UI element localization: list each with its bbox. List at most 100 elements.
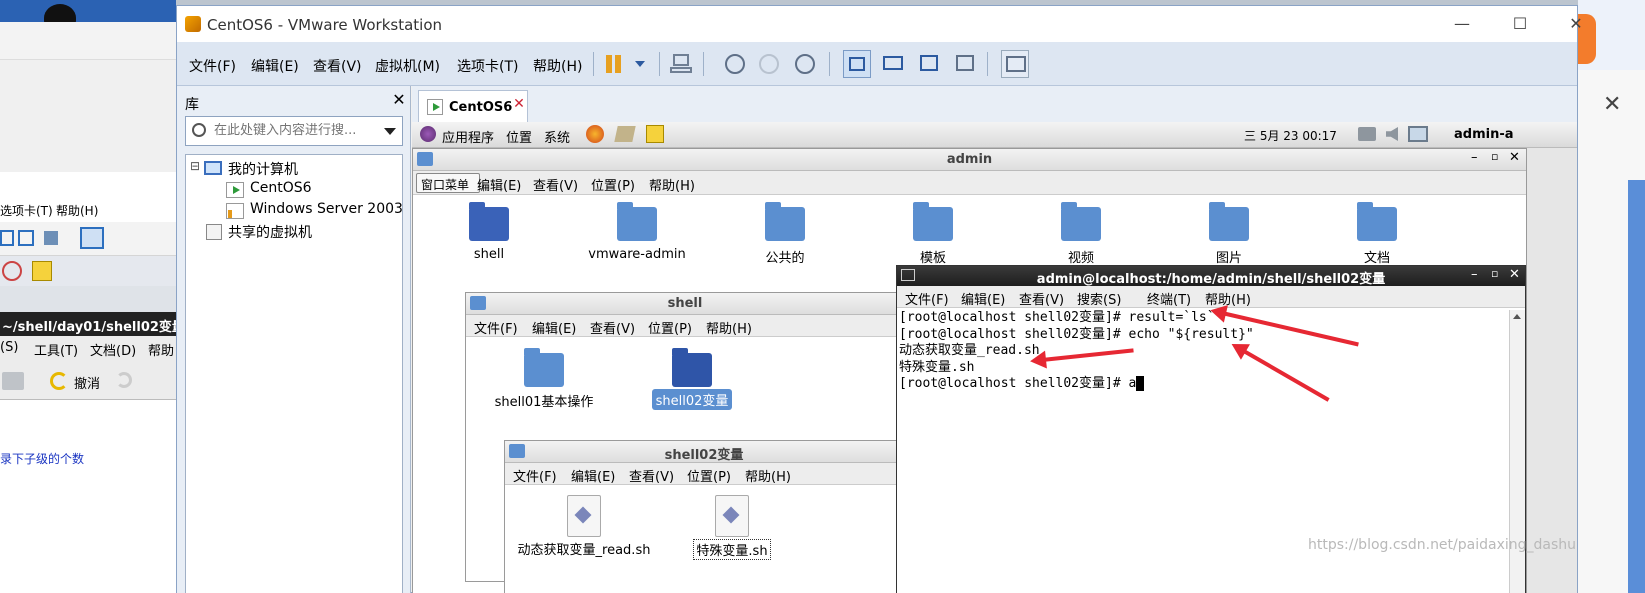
shell02-menu-view[interactable]: 查看(V) xyxy=(629,466,674,485)
display-icon[interactable] xyxy=(1408,126,1428,142)
close-button[interactable]: ✕ xyxy=(1561,12,1591,36)
console-view-icon[interactable] xyxy=(1001,50,1029,78)
shell-menu-edit[interactable]: 编辑(E) xyxy=(532,318,576,337)
shell02-menu-edit[interactable]: 编辑(E) xyxy=(571,466,615,485)
shell-menu-file[interactable]: 文件(F) xyxy=(474,318,518,337)
send-ctrl-alt-del-icon[interactable] xyxy=(667,50,695,78)
folder-icon-selected[interactable] xyxy=(672,348,712,387)
folder-icon[interactable] xyxy=(469,202,509,241)
panel-places[interactable]: 位置 xyxy=(506,127,532,146)
tab-centos6[interactable]: CentOS6 ✕ xyxy=(418,90,528,122)
redo-icon[interactable] xyxy=(116,372,132,388)
volume-icon[interactable] xyxy=(1386,127,1398,141)
unity-icon[interactable] xyxy=(951,50,979,78)
public-folder-icon[interactable] xyxy=(765,202,805,241)
shell02-menu-help[interactable]: 帮助(H) xyxy=(745,466,791,485)
bg-menu-tab[interactable]: 选项卡(T) xyxy=(0,202,53,219)
console-view-icon[interactable] xyxy=(80,227,104,249)
tab-close-icon[interactable]: ✕ xyxy=(511,96,527,112)
admin-menu-help[interactable]: 帮助(H) xyxy=(649,175,695,194)
videos-folder-icon[interactable] xyxy=(1061,202,1101,241)
fullscreen-icon[interactable] xyxy=(915,50,943,78)
panel-user[interactable]: admin-a xyxy=(1454,127,1514,142)
templates-folder-icon[interactable] xyxy=(913,202,953,241)
bg-gedit-menu-docs[interactable]: 文档(D) xyxy=(90,340,136,359)
shell-menu-help[interactable]: 帮助(H) xyxy=(706,318,752,337)
undo-icon[interactable] xyxy=(50,372,68,390)
fit-icon[interactable] xyxy=(0,230,14,246)
admin-maximize-button[interactable]: ▫ xyxy=(1491,150,1498,163)
library-search-box[interactable] xyxy=(185,116,403,146)
revert-snapshot-icon[interactable] xyxy=(755,50,783,78)
panel-system[interactable]: 系统 xyxy=(544,127,570,146)
script-file-icon[interactable] xyxy=(715,495,749,537)
clock-icon[interactable] xyxy=(2,261,22,281)
folder-public[interactable]: 公共的 xyxy=(745,247,825,266)
undo-label[interactable]: 撤消 xyxy=(74,373,100,392)
bg-menu-help[interactable]: 帮助(H) xyxy=(56,202,98,219)
tree-vm-windows-server[interactable]: Windows Server 2003 xyxy=(250,201,403,217)
file-read-sh[interactable]: 动态获取变量_read.sh xyxy=(511,539,657,558)
background-close-icon[interactable]: ✕ xyxy=(1603,92,1621,117)
menu-tabs[interactable]: 选项卡(T) xyxy=(457,56,518,76)
terminal-close-button[interactable]: ✕ xyxy=(1509,267,1520,282)
folder-icon[interactable] xyxy=(617,202,657,241)
file-special-sh[interactable]: 特殊变量.sh xyxy=(693,539,771,560)
term-menu-view[interactable]: 查看(V) xyxy=(1019,289,1064,308)
snapshot-manager-icon[interactable] xyxy=(791,50,819,78)
menu-file[interactable]: 文件(F) xyxy=(189,56,236,76)
panel-applications[interactable]: 应用程序 xyxy=(442,127,494,146)
shell02-menu-places[interactable]: 位置(P) xyxy=(687,466,731,485)
firefox-icon[interactable] xyxy=(586,125,604,143)
window-menu-button[interactable]: 窗口菜单 xyxy=(416,173,480,193)
folder-shell02-selected[interactable]: shell02变量 xyxy=(652,389,732,410)
folder-shell[interactable]: shell xyxy=(459,247,519,262)
admin-menu-places[interactable]: 位置(P) xyxy=(591,175,635,194)
admin-menu-edit[interactable]: 编辑(E) xyxy=(477,175,521,194)
chevron-down-icon[interactable] xyxy=(629,50,657,78)
panel-clock[interactable]: 三 5月 23 00:17 xyxy=(1244,127,1337,144)
notes-icon[interactable] xyxy=(32,261,52,281)
admin-minimize-button[interactable]: – xyxy=(1471,150,1478,165)
term-menu-search[interactable]: 搜索(S) xyxy=(1077,289,1121,308)
term-menu-edit[interactable]: 编辑(E) xyxy=(961,289,1005,308)
tree-shared-vms[interactable]: 共享的虚拟机 xyxy=(228,222,312,242)
bg-gedit-menu-search[interactable]: (S) xyxy=(0,340,18,355)
folder-videos[interactable]: 视频 xyxy=(1041,247,1121,266)
terminal-maximize-button[interactable]: ▫ xyxy=(1491,267,1498,280)
folder-shell01[interactable]: shell01基本操作 xyxy=(484,391,604,410)
network-icon[interactable] xyxy=(1358,127,1376,141)
pause-icon[interactable] xyxy=(601,50,629,78)
terminal-minimize-button[interactable]: – xyxy=(1471,267,1478,282)
mail-icon[interactable] xyxy=(614,126,636,142)
folder-vmware-admin[interactable]: vmware-admin xyxy=(577,247,697,262)
snapshot-icon[interactable] xyxy=(721,50,749,78)
menu-help[interactable]: 帮助(H) xyxy=(533,56,582,76)
scroll-up-icon[interactable] xyxy=(1513,314,1521,319)
term-menu-terminal[interactable]: 终端(T) xyxy=(1147,289,1191,308)
tree-expander[interactable]: ⊟ xyxy=(190,159,200,173)
guest-screen[interactable]: 应用程序 位置 系统 三 5月 23 00:17 admin-a admin –… xyxy=(412,122,1577,593)
print-icon[interactable] xyxy=(2,372,24,390)
folder-templates[interactable]: 模板 xyxy=(893,247,973,266)
tree-vm-centos6[interactable]: CentOS6 xyxy=(250,180,312,196)
folder-documents[interactable]: 文档 xyxy=(1337,247,1417,266)
pictures-folder-icon[interactable] xyxy=(1209,202,1249,241)
admin-close-button[interactable]: ✕ xyxy=(1509,150,1520,165)
tree-my-computer[interactable]: 我的计算机 xyxy=(228,159,298,179)
maximize-button[interactable]: ☐ xyxy=(1505,12,1535,36)
admin-menu-view[interactable]: 查看(V) xyxy=(533,175,578,194)
notes-icon[interactable] xyxy=(646,125,664,143)
folder-pictures[interactable]: 图片 xyxy=(1189,247,1269,266)
bg-gedit-menu-help[interactable]: 帮助 xyxy=(148,340,174,359)
library-close-button[interactable]: ✕ xyxy=(390,90,408,110)
library-search-input[interactable] xyxy=(214,123,374,138)
folder-icon[interactable] xyxy=(524,348,564,387)
gnome-foot-icon[interactable] xyxy=(420,126,436,142)
menu-vm[interactable]: 虚拟机(M) xyxy=(375,56,440,76)
shell-menu-places[interactable]: 位置(P) xyxy=(648,318,692,337)
minimize-button[interactable]: — xyxy=(1447,12,1477,36)
shell-menu-view[interactable]: 查看(V) xyxy=(590,318,635,337)
fullscreen-icon[interactable] xyxy=(18,230,34,246)
thumbnail-bar-icon[interactable] xyxy=(879,50,907,78)
